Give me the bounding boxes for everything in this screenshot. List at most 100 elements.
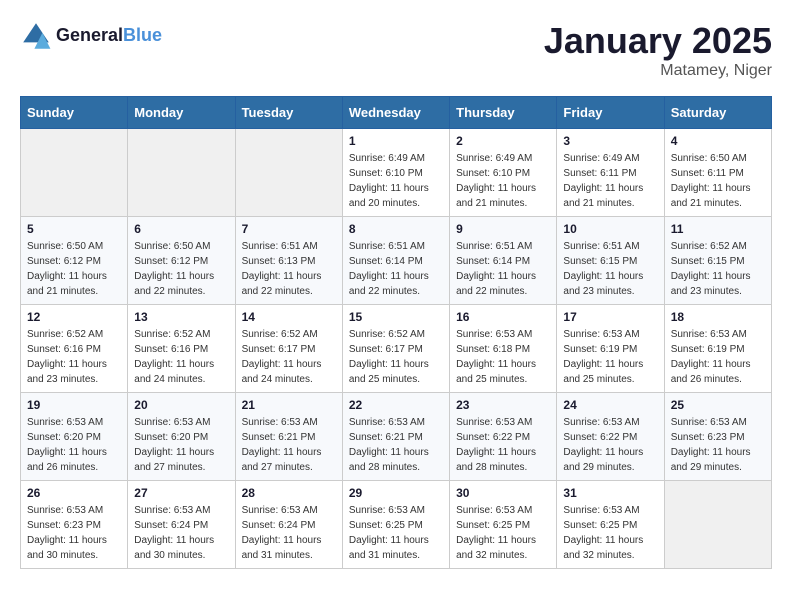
day-number: 8 <box>349 222 443 236</box>
day-info: Sunrise: 6:52 AM Sunset: 6:16 PM Dayligh… <box>27 327 121 387</box>
weekday-header: Wednesday <box>342 97 449 129</box>
day-info: Sunrise: 6:53 AM Sunset: 6:24 PM Dayligh… <box>242 503 336 563</box>
calendar-table: SundayMondayTuesdayWednesdayThursdayFrid… <box>20 96 772 569</box>
calendar-cell: 6 Sunrise: 6:50 AM Sunset: 6:12 PM Daylig… <box>128 217 235 305</box>
day-info: Sunrise: 6:52 AM Sunset: 6:15 PM Dayligh… <box>671 239 765 299</box>
day-info: Sunrise: 6:50 AM Sunset: 6:12 PM Dayligh… <box>134 239 228 299</box>
calendar-cell: 13Sunrise: 6:52 AM Sunset: 6:16 PM Dayli… <box>128 305 235 393</box>
calendar-cell: 31 Sunrise: 6:53 AM Sunset: 6:25 PM Dayli… <box>557 481 664 569</box>
calendar-cell <box>235 129 342 217</box>
day-number: 9 <box>456 222 550 236</box>
calendar-cell: 5 Sunrise: 6:50 AM Sunset: 6:12 PM Daylig… <box>21 217 128 305</box>
day-info: Sunrise: 6:51 AM Sunset: 6:15 PM Dayligh… <box>563 239 657 299</box>
day-number: 24 <box>563 398 657 412</box>
calendar-cell: 12 Sunrise: 6:52 AM Sunset: 6:16 PM Dayli… <box>21 305 128 393</box>
calendar-week-row: 19 Sunrise: 6:53 AM Sunset: 6:20 PM Dayli… <box>21 393 772 481</box>
day-info: Sunrise: 6:52 AM Sunset: 6:17 PM Dayligh… <box>349 327 443 387</box>
day-number: 28 <box>242 486 336 500</box>
calendar-cell: 23 Sunrise: 6:53 AM Sunset: 6:22 PM Dayli… <box>450 393 557 481</box>
calendar-cell: 9 Sunrise: 6:51 AM Sunset: 6:14 PM Daylig… <box>450 217 557 305</box>
calendar-week-row: 26Sunrise: 6:53 AM Sunset: 6:23 PM Dayli… <box>21 481 772 569</box>
title-block: January 2025 Matamey, Niger <box>544 20 772 80</box>
logo: GeneralBlue <box>20 20 162 52</box>
day-info: Sunrise: 6:53 AM Sunset: 6:25 PM Dayligh… <box>563 503 657 563</box>
calendar-cell: 20Sunrise: 6:53 AM Sunset: 6:20 PM Dayli… <box>128 393 235 481</box>
day-number: 7 <box>242 222 336 236</box>
day-info: Sunrise: 6:49 AM Sunset: 6:10 PM Dayligh… <box>456 151 550 211</box>
day-number: 4 <box>671 134 765 148</box>
calendar-week-row: 1 Sunrise: 6:49 AM Sunset: 6:10 PM Daylig… <box>21 129 772 217</box>
day-info: Sunrise: 6:53 AM Sunset: 6:19 PM Dayligh… <box>671 327 765 387</box>
calendar-cell: 15Sunrise: 6:52 AM Sunset: 6:17 PM Dayli… <box>342 305 449 393</box>
day-info: Sunrise: 6:50 AM Sunset: 6:11 PM Dayligh… <box>671 151 765 211</box>
day-info: Sunrise: 6:53 AM Sunset: 6:22 PM Dayligh… <box>563 415 657 475</box>
day-info: Sunrise: 6:52 AM Sunset: 6:16 PM Dayligh… <box>134 327 228 387</box>
day-info: Sunrise: 6:53 AM Sunset: 6:25 PM Dayligh… <box>456 503 550 563</box>
day-info: Sunrise: 6:53 AM Sunset: 6:20 PM Dayligh… <box>134 415 228 475</box>
calendar-cell: 30 Sunrise: 6:53 AM Sunset: 6:25 PM Dayli… <box>450 481 557 569</box>
day-info: Sunrise: 6:49 AM Sunset: 6:10 PM Dayligh… <box>349 151 443 211</box>
day-number: 21 <box>242 398 336 412</box>
calendar-cell: 4 Sunrise: 6:50 AM Sunset: 6:11 PM Daylig… <box>664 129 771 217</box>
calendar-cell: 21 Sunrise: 6:53 AM Sunset: 6:21 PM Dayli… <box>235 393 342 481</box>
day-info: Sunrise: 6:53 AM Sunset: 6:24 PM Dayligh… <box>134 503 228 563</box>
day-number: 31 <box>563 486 657 500</box>
day-number: 6 <box>134 222 228 236</box>
day-number: 23 <box>456 398 550 412</box>
day-number: 16 <box>456 310 550 324</box>
day-info: Sunrise: 6:53 AM Sunset: 6:18 PM Dayligh… <box>456 327 550 387</box>
location: Matamey, Niger <box>544 62 772 80</box>
day-info: Sunrise: 6:53 AM Sunset: 6:21 PM Dayligh… <box>242 415 336 475</box>
calendar-cell: 16 Sunrise: 6:53 AM Sunset: 6:18 PM Dayli… <box>450 305 557 393</box>
calendar-cell: 2 Sunrise: 6:49 AM Sunset: 6:10 PM Daylig… <box>450 129 557 217</box>
day-number: 12 <box>27 310 121 324</box>
day-info: Sunrise: 6:51 AM Sunset: 6:14 PM Dayligh… <box>456 239 550 299</box>
calendar-cell: 1 Sunrise: 6:49 AM Sunset: 6:10 PM Daylig… <box>342 129 449 217</box>
calendar-cell <box>128 129 235 217</box>
day-number: 17 <box>563 310 657 324</box>
calendar-week-row: 12 Sunrise: 6:52 AM Sunset: 6:16 PM Dayli… <box>21 305 772 393</box>
calendar-cell: 11 Sunrise: 6:52 AM Sunset: 6:15 PM Dayli… <box>664 217 771 305</box>
day-number: 5 <box>27 222 121 236</box>
calendar-cell: 27 Sunrise: 6:53 AM Sunset: 6:24 PM Dayli… <box>128 481 235 569</box>
day-number: 25 <box>671 398 765 412</box>
day-number: 27 <box>134 486 228 500</box>
day-info: Sunrise: 6:53 AM Sunset: 6:25 PM Dayligh… <box>349 503 443 563</box>
calendar-cell: 28 Sunrise: 6:53 AM Sunset: 6:24 PM Dayli… <box>235 481 342 569</box>
day-info: Sunrise: 6:53 AM Sunset: 6:23 PM Dayligh… <box>671 415 765 475</box>
day-info: Sunrise: 6:53 AM Sunset: 6:21 PM Dayligh… <box>349 415 443 475</box>
day-number: 1 <box>349 134 443 148</box>
calendar-cell: 3Sunrise: 6:49 AM Sunset: 6:11 PM Daylig… <box>557 129 664 217</box>
calendar-cell <box>21 129 128 217</box>
weekday-header: Sunday <box>21 97 128 129</box>
day-info: Sunrise: 6:52 AM Sunset: 6:17 PM Dayligh… <box>242 327 336 387</box>
day-number: 29 <box>349 486 443 500</box>
month-title: January 2025 <box>544 20 772 62</box>
calendar-cell: 24 Sunrise: 6:53 AM Sunset: 6:22 PM Dayli… <box>557 393 664 481</box>
logo-icon <box>20 20 52 52</box>
day-number: 11 <box>671 222 765 236</box>
day-number: 30 <box>456 486 550 500</box>
day-info: Sunrise: 6:53 AM Sunset: 6:20 PM Dayligh… <box>27 415 121 475</box>
calendar-cell: 29 Sunrise: 6:53 AM Sunset: 6:25 PM Dayli… <box>342 481 449 569</box>
weekday-header: Tuesday <box>235 97 342 129</box>
day-number: 19 <box>27 398 121 412</box>
calendar-cell: 18 Sunrise: 6:53 AM Sunset: 6:19 PM Dayli… <box>664 305 771 393</box>
weekday-header: Friday <box>557 97 664 129</box>
day-number: 3 <box>563 134 657 148</box>
day-info: Sunrise: 6:50 AM Sunset: 6:12 PM Dayligh… <box>27 239 121 299</box>
weekday-header: Monday <box>128 97 235 129</box>
day-number: 18 <box>671 310 765 324</box>
page-header: GeneralBlue January 2025 Matamey, Niger <box>20 20 772 80</box>
day-number: 14 <box>242 310 336 324</box>
day-number: 26 <box>27 486 121 500</box>
calendar-cell: 14 Sunrise: 6:52 AM Sunset: 6:17 PM Dayli… <box>235 305 342 393</box>
calendar-cell: 19 Sunrise: 6:53 AM Sunset: 6:20 PM Dayli… <box>21 393 128 481</box>
day-number: 22 <box>349 398 443 412</box>
weekday-header: Saturday <box>664 97 771 129</box>
day-number: 2 <box>456 134 550 148</box>
day-info: Sunrise: 6:53 AM Sunset: 6:22 PM Dayligh… <box>456 415 550 475</box>
calendar-cell: 7Sunrise: 6:51 AM Sunset: 6:13 PM Daylig… <box>235 217 342 305</box>
calendar-cell: 10Sunrise: 6:51 AM Sunset: 6:15 PM Dayli… <box>557 217 664 305</box>
calendar-cell: 22 Sunrise: 6:53 AM Sunset: 6:21 PM Dayli… <box>342 393 449 481</box>
